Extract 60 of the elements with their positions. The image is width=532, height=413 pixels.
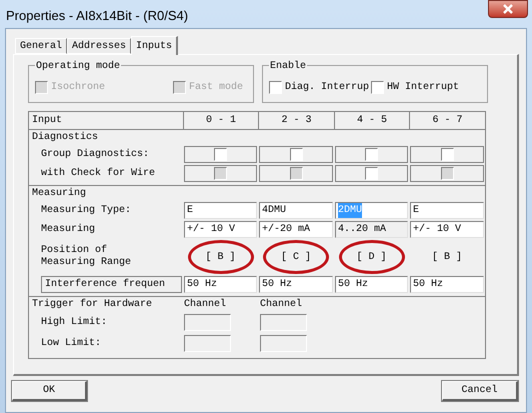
- close-icon: [502, 4, 514, 14]
- field-value: 50 Hz: [262, 278, 292, 292]
- column-header: 2 - 3: [258, 112, 334, 129]
- input-field[interactable]: E: [184, 202, 257, 219]
- dialog-button[interactable]: Cancel: [442, 381, 518, 401]
- checkbox-label: Fast mode: [188, 80, 243, 94]
- section-title: Diagnostics: [31, 130, 100, 145]
- input-field[interactable]: 50 Hz: [410, 276, 484, 293]
- dialog-button[interactable]: OK: [12, 381, 87, 401]
- row-label: with Check for Wire: [41, 168, 156, 180]
- checkbox[interactable]: [214, 148, 227, 161]
- field-label: Interference frequen: [41, 276, 182, 293]
- field-value: 50 Hz: [187, 278, 218, 292]
- row-label: Position of Measuring Range: [41, 245, 132, 269]
- input-field[interactable]: E: [410, 202, 484, 219]
- row-label: Group Diagnostics:: [41, 148, 150, 160]
- column-header: 4 - 5: [334, 112, 409, 129]
- checkbox-label: Diag. Interrup: [285, 80, 370, 94]
- checkbox[interactable]: [365, 167, 378, 180]
- row-label: High Limit:: [41, 316, 108, 330]
- window-title: Properties - AI8x14Bit - (R0/S4): [6, 7, 188, 25]
- checkbox-label: HW Interrupt: [387, 80, 460, 94]
- column-header: 0 - 1: [183, 112, 258, 129]
- row-label: Measuring Type:: [41, 204, 132, 216]
- close-button[interactable]: [488, 0, 528, 18]
- row-label: Low Limit:: [41, 336, 102, 351]
- field-value: E: [187, 204, 194, 218]
- section-title: Trigger for Hardware: [31, 298, 154, 312]
- input-field[interactable]: 4DMU: [259, 202, 333, 219]
- input-field[interactable]: +/- 10 V: [410, 221, 484, 238]
- field-value: 50 Hz: [338, 278, 368, 292]
- field-value: 4DMU: [262, 204, 286, 218]
- checkbox[interactable]: [365, 148, 378, 161]
- column-header: Channel: [260, 298, 304, 312]
- checkbox[interactable]: [371, 80, 384, 94]
- input-field[interactable]: +/- 10 V: [184, 221, 257, 238]
- column-header: Input: [31, 114, 64, 128]
- input-field[interactable]: 50 Hz: [184, 276, 257, 293]
- tab[interactable]: Addresses: [67, 38, 132, 54]
- checkbox[interactable]: [440, 148, 454, 161]
- tab[interactable]: General: [15, 38, 68, 54]
- field-value: E: [413, 204, 420, 218]
- field-value: +/- 10 V: [413, 222, 462, 237]
- field-value: 2DMU: [338, 203, 362, 218]
- field-value: +/-20 mA: [262, 222, 310, 237]
- checkbox[interactable]: [290, 148, 302, 161]
- checkbox[interactable]: [269, 80, 282, 94]
- row-label: Measuring: [41, 224, 96, 236]
- field-value: +/- 10 V: [187, 222, 236, 237]
- column-header: 6 - 7: [409, 112, 485, 129]
- input-field[interactable]: 50 Hz: [259, 276, 333, 293]
- field-value: 4..20 mA: [338, 223, 386, 237]
- tab[interactable]: Inputs: [131, 36, 178, 55]
- range-value: [ B ]: [430, 250, 463, 264]
- section-title: Measuring: [31, 186, 88, 201]
- input-field[interactable]: +/-20 mA: [259, 221, 333, 238]
- input-field[interactable]: 50 Hz: [335, 276, 408, 293]
- checkbox-label: Isochrone: [51, 80, 106, 94]
- column-header: Channel: [184, 298, 228, 312]
- field-value: 50 Hz: [413, 278, 444, 292]
